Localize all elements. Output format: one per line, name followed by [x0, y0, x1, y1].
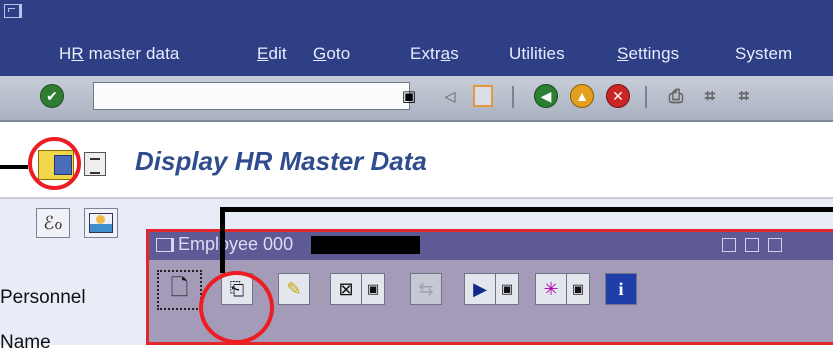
dropdown-icon: ▣ — [500, 281, 514, 296]
infotype-dropdown[interactable]: ▣ — [566, 273, 590, 305]
execute-button[interactable]: ▶ — [464, 273, 496, 305]
info-button[interactable]: i — [605, 273, 637, 305]
toolbar-separator — [512, 86, 514, 108]
copy-icon: ⇆ — [418, 278, 434, 299]
redaction-bar — [311, 236, 420, 254]
dropdown-icon[interactable]: ▣ — [395, 82, 423, 110]
print-icon[interactable]: ⎙ — [662, 82, 690, 110]
infotype-button[interactable]: ✳ — [535, 273, 567, 305]
create-button[interactable]: 🗋 — [157, 270, 202, 310]
personnel-label: Personnel — [0, 287, 86, 308]
annotation-line — [0, 165, 28, 169]
toolbar-separator — [645, 86, 647, 108]
dropdown-icon: ▣ — [366, 281, 380, 296]
dropdown-icon: ▣ — [571, 281, 585, 296]
person-image-icon[interactable] — [84, 208, 118, 238]
create-icon: 🗋 — [170, 275, 189, 300]
annotation-line — [220, 207, 225, 273]
annotation-circle — [28, 137, 81, 190]
change-icon: ✎ — [286, 278, 302, 299]
overview-button[interactable]: ⊠ — [330, 273, 362, 305]
find-next-icon[interactable]: ⌗ — [730, 82, 758, 110]
menu-settings[interactable]: Settings — [617, 44, 679, 64]
popup-title: Employee 000 — [178, 234, 294, 254]
popup-window-icon — [156, 238, 174, 252]
menu-goto[interactable]: Goto — [313, 44, 350, 64]
menu-bar — [0, 0, 833, 76]
execute-dropdown[interactable]: ▣ — [495, 273, 519, 305]
cancel-icon[interactable]: ✕ — [604, 82, 632, 110]
page-title: Display HR Master Data — [135, 146, 427, 176]
dropdown-icon[interactable] — [84, 152, 106, 176]
infotype-icon: ✳ — [543, 278, 559, 299]
system-menu-icon[interactable] — [4, 4, 22, 18]
overview-icon: ⊠ — [338, 278, 354, 299]
name-label: Name — [0, 332, 51, 353]
enter-check-icon[interactable]: ✔ — [38, 82, 66, 110]
overview-dropdown[interactable]: ▣ — [361, 273, 385, 305]
annotation-circle — [199, 271, 274, 344]
menu-extras[interactable]: Extras — [410, 44, 459, 64]
command-field[interactable] — [93, 82, 410, 110]
close-icon[interactable] — [768, 238, 782, 252]
find-icon[interactable]: ⌗ — [696, 82, 724, 110]
minimize-icon[interactable] — [722, 238, 736, 252]
info-icon: i — [618, 278, 624, 299]
menu-system[interactable]: System — [735, 44, 792, 64]
back-arrow-icon[interactable]: ◁ — [436, 82, 464, 110]
save-icon[interactable] — [469, 82, 497, 110]
execute-icon: ▶ — [473, 278, 487, 299]
annotation-line — [220, 207, 833, 212]
change-button[interactable]: ✎ — [278, 273, 310, 305]
copy-button[interactable]: ⇆ — [410, 273, 442, 305]
menu-edit[interactable]: Edit — [257, 44, 287, 64]
exit-icon[interactable]: ▲ — [568, 82, 596, 110]
menu-hr-master-data[interactable]: HR master data — [59, 44, 179, 64]
back-icon[interactable]: ◀ — [532, 82, 560, 110]
glasses-icon[interactable]: ℰℴ — [36, 208, 70, 238]
menu-utilities[interactable]: Utilities — [509, 44, 565, 64]
maximize-icon[interactable] — [745, 238, 759, 252]
